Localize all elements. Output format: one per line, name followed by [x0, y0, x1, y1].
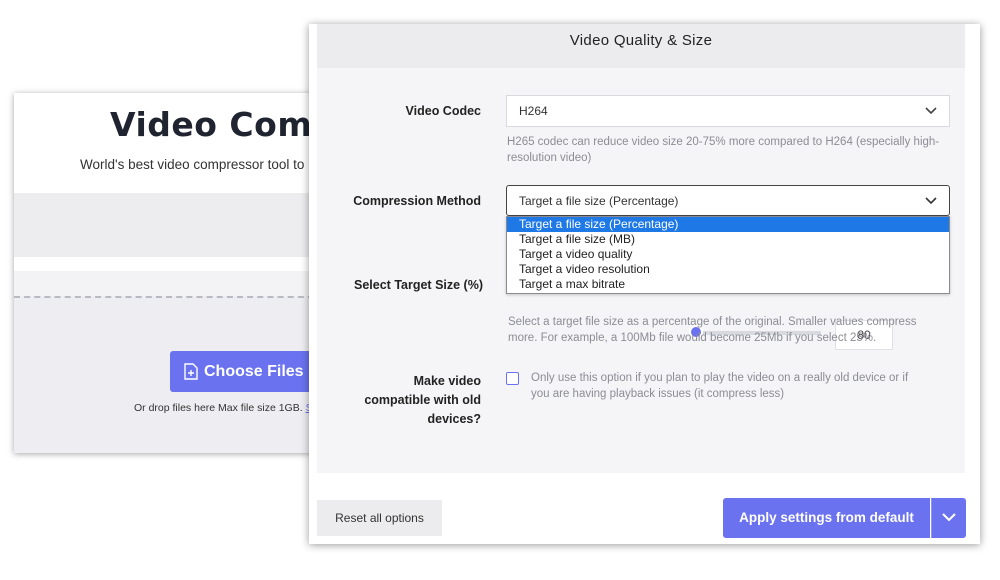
panel-body: Video Codec H264 H265 codec can reduce v…	[317, 68, 965, 473]
old-devices-label: Make video compatible with old devices?	[337, 372, 481, 429]
video-codec-help: H265 codec can reduce video size 20-75% …	[507, 134, 957, 166]
dropdown-option-bitrate[interactable]: Target a max bitrate	[507, 277, 949, 292]
background-section	[14, 193, 314, 257]
old-devices-help-line2: you are having playback issues (it compr…	[531, 388, 785, 400]
target-size-label: Select Target Size (%)	[354, 278, 483, 292]
dropdown-option-resolution[interactable]: Target a video resolution	[507, 262, 949, 277]
compression-method-dropdown[interactable]: Target a file size (Percentage) Target a…	[506, 216, 950, 294]
dropdown-option-quality[interactable]: Target a video quality	[507, 247, 949, 262]
page-subtitle: World's best video compressor tool to	[80, 157, 305, 172]
compression-method-label: Compression Method	[353, 194, 481, 208]
page-title: Video Comp	[110, 105, 314, 144]
video-codec-select[interactable]: H264	[506, 95, 950, 127]
dropdown-option-mb[interactable]: Target a file size (MB)	[507, 232, 949, 247]
old-devices-label-line1: Make video	[413, 374, 481, 388]
video-codec-help-line2: resolution video)	[507, 152, 592, 164]
video-codec-value: H264	[519, 104, 548, 118]
drop-zone[interactable]: Choose Files Or drop files here Max file…	[14, 296, 314, 453]
old-devices-help-line1: Only use this option if you plan to play…	[531, 372, 909, 384]
drop-hint: Or drop files here Max file size 1GB. S	[134, 402, 313, 414]
old-devices-label-line3: devices?	[427, 412, 481, 426]
compression-method-value: Target a file size (Percentage)	[519, 193, 679, 208]
reset-options-button[interactable]: Reset all options	[317, 500, 442, 536]
background-strip	[14, 271, 314, 297]
video-codec-help-line1: H265 codec can reduce video size 20-75% …	[507, 136, 940, 148]
old-devices-help: Only use this option if you plan to play…	[531, 370, 951, 402]
apply-options-toggle[interactable]	[931, 498, 966, 538]
panel-header: Video Quality & Size	[317, 24, 965, 68]
drop-hint-text: Or drop files here Max file size 1GB.	[134, 402, 303, 414]
choose-files-button[interactable]: Choose Files	[170, 351, 314, 392]
target-size-help-line2: more. For example, a 100Mb file would be…	[508, 332, 877, 344]
video-codec-label: Video Codec	[405, 104, 481, 118]
chevron-down-icon	[925, 196, 937, 204]
compression-method-select[interactable]: Target a file size (Percentage)	[506, 185, 950, 216]
apply-settings-button[interactable]: Apply settings from default	[723, 498, 930, 538]
chevron-down-icon	[942, 513, 956, 522]
old-devices-label-line2: compatible with old	[364, 393, 481, 407]
background-page: Video Comp World's best video compressor…	[14, 93, 314, 453]
file-add-icon	[184, 363, 198, 380]
settings-panel: Video Quality & Size Video Codec H264 H2…	[309, 24, 980, 544]
target-size-help: Select a target file size as a percentag…	[508, 314, 958, 346]
dropdown-option-percentage[interactable]: Target a file size (Percentage)	[507, 217, 949, 232]
old-devices-checkbox[interactable]	[506, 372, 519, 385]
chevron-down-icon	[925, 107, 937, 115]
choose-files-label: Choose Files	[204, 362, 304, 380]
target-size-help-line1: Select a target file size as a percentag…	[508, 316, 917, 328]
